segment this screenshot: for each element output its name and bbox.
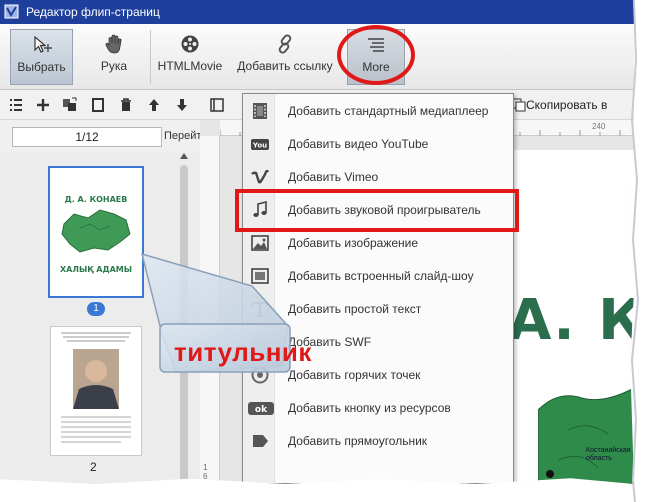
menu-item-label: Добавить кнопку из ресурсов — [288, 401, 451, 415]
menu-item-add-text[interactable]: Добавить простой текст — [243, 292, 513, 326]
hand-tool-label: Рука — [100, 59, 128, 73]
slideshow-icon — [251, 268, 269, 284]
film-icon — [253, 103, 267, 119]
add-link-label: Добавить ссылку — [237, 59, 333, 73]
menu-item-add-rectangle[interactable]: Добавить прямоугольник — [243, 424, 513, 458]
ribbon-toolbar: Выбрать Рука HTMLMovie Добавить ссылку M… — [0, 24, 634, 90]
pages-toolbar — [0, 90, 200, 120]
vertical-ruler: 160 — [200, 136, 220, 484]
vimeo-icon — [251, 169, 270, 184]
kazakhstan-map-image — [538, 387, 634, 484]
htmlmovie-button[interactable]: HTMLMovie — [156, 29, 224, 85]
copy-icon — [512, 98, 526, 112]
menu-item-label: Добавить стандартный медиаплеер — [288, 104, 489, 118]
shape-icon — [253, 435, 268, 447]
page-number-badge: 1 — [87, 302, 105, 316]
menu-item-add-resource-button[interactable]: ok Добавить кнопку из ресурсов — [243, 391, 513, 425]
thumbnails-scrollbar[interactable] — [180, 165, 188, 484]
menu-item-add-media-player[interactable]: Добавить стандартный медиаплеер — [243, 94, 513, 128]
cover-thumbnail-image: Д. А. КОНАЕВ ХАЛЫҚ АДАМЫ — [50, 168, 142, 296]
duplicate-pages-icon[interactable] — [62, 97, 78, 113]
text-icon — [252, 302, 268, 317]
more-dropdown-menu: Добавить стандартный медиаплеер You Доба… — [242, 93, 514, 484]
thumb1-bottom-text: ХАЛЫҚ АДАМЫ — [60, 265, 132, 274]
menu-item-add-slideshow[interactable]: Добавить встроенный слайд-шоу — [243, 259, 513, 293]
menu-item-add-youtube[interactable]: You Добавить видео YouTube — [243, 127, 513, 161]
menu-item-label: Добавить простой текст — [288, 302, 422, 316]
htmlmovie-label: HTMLMovie — [157, 59, 223, 73]
arrow-up-icon[interactable] — [146, 97, 162, 113]
image-icon — [251, 235, 269, 251]
app-icon — [4, 4, 19, 19]
copy-page-icon[interactable] — [90, 97, 106, 113]
page-number-input[interactable]: 1/12 — [12, 127, 162, 147]
youtube-icon: You — [251, 139, 269, 150]
select-tool-button[interactable]: Выбрать — [10, 29, 73, 85]
list-view-icon[interactable] — [8, 97, 24, 113]
menu-item-label: Добавить видео YouTube — [288, 137, 429, 151]
hand-icon — [105, 34, 122, 54]
page-title-text: А. КО — [508, 288, 634, 353]
audio-player-highlight-box — [235, 189, 519, 232]
ruler-left-mark: 160 — [203, 463, 208, 484]
ok-button-icon: ok — [248, 402, 274, 415]
scroll-up-arrow-icon[interactable] — [179, 152, 189, 160]
more-highlight-circle — [337, 25, 415, 85]
pointer-move-icon — [33, 35, 52, 53]
select-tool-label: Выбрать — [17, 60, 66, 74]
link-icon — [278, 34, 292, 54]
menu-item-label: Добавить Vimeo — [288, 170, 379, 184]
menu-item-label: Добавить прямоугольник — [288, 434, 428, 448]
map-region-label: Костанайская область — [586, 447, 631, 462]
thumb1-top-text: Д. А. КОНАЕВ — [65, 195, 128, 204]
portrait-page-thumbnail-image — [51, 327, 141, 455]
menu-item-label: Добавить изображение — [288, 236, 419, 250]
hand-tool-button[interactable]: Рука — [83, 29, 145, 85]
align-icon[interactable] — [210, 98, 224, 112]
menu-item-label: Добавить встроенный слайд-шоу — [288, 269, 474, 283]
hotspot-icon — [251, 366, 269, 384]
copy-to-button[interactable]: Скопировать в — [526, 98, 607, 112]
add-link-button[interactable]: Добавить ссылку — [234, 29, 336, 85]
screenshot-window: Редактор флип-страниц Выбрать Рука HTMLM… — [0, 0, 634, 484]
page-thumbnail-2[interactable] — [50, 326, 142, 456]
torn-edge-shadow — [630, 0, 640, 502]
page-thumbnail-1[interactable]: Д. А. КОНАЕВ ХАЛЫҚ АДАМЫ — [48, 166, 144, 298]
svg-text:You: You — [252, 142, 267, 150]
arrow-down-icon[interactable] — [174, 97, 190, 113]
film-reel-icon — [181, 35, 199, 53]
add-page-icon[interactable] — [35, 97, 51, 113]
trash-icon[interactable] — [118, 97, 134, 113]
callout-label: титульник — [174, 337, 312, 367]
ruler-mark: 240 — [592, 122, 606, 131]
svg-text:ok: ok — [255, 405, 268, 415]
window-title: Редактор флип-страниц — [26, 5, 160, 19]
page-number-label: 2 — [90, 460, 97, 474]
ribbon-separator — [150, 30, 151, 84]
menu-item-label: Добавить горячих точек — [288, 368, 421, 382]
title-bar: Редактор флип-страниц — [0, 0, 634, 24]
